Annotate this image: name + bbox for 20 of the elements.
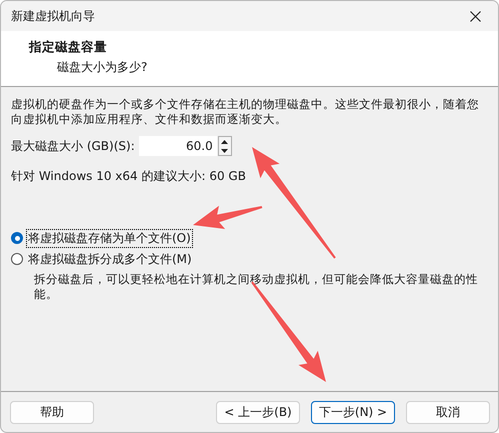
option-description: 拆分磁盘后，可以更轻松地在计算机之间移动虚拟机，但可能会降低大容量磁盘的性能。 [34, 272, 479, 302]
window-title: 新建虚拟机向导 [11, 8, 95, 24]
back-button[interactable]: < 上一步(B) [216, 400, 300, 424]
close-icon[interactable] [470, 10, 480, 22]
radio-button[interactable] [11, 253, 23, 265]
radio-button[interactable] [11, 232, 23, 244]
disk-size-label: 最大磁盘大小 (GB)(S): [11, 138, 135, 154]
cancel-button[interactable]: 取消 [406, 400, 490, 424]
page-title: 指定磁盘容量 [29, 39, 108, 56]
up-arrow-icon[interactable] [221, 140, 228, 144]
radio-label[interactable]: 将虚拟磁盘拆分成多个文件(M) [27, 250, 193, 268]
help-button[interactable]: 帮助 [10, 400, 94, 424]
spin-buttons[interactable] [218, 136, 232, 156]
disk-size-field[interactable]: 60.0 [138, 136, 217, 156]
next-button[interactable]: 下一步(N) > [311, 400, 395, 424]
recommendation-text: 针对 Windows 10 x64 的建议大小: 60 GB [11, 168, 247, 185]
description-text: 虚拟机的硬盘作为一个或多个文件存储在主机的物理磁盘中。这些文件最初很小，随着您向虚拟机中添加应用程序、文件和数据而逐渐变大。 [11, 97, 480, 127]
radio-label[interactable]: 将虚拟磁盘存储为单个文件(O) [27, 230, 192, 246]
page-subtitle: 磁盘大小为多少? [57, 59, 148, 76]
down-arrow-icon[interactable] [221, 148, 228, 152]
